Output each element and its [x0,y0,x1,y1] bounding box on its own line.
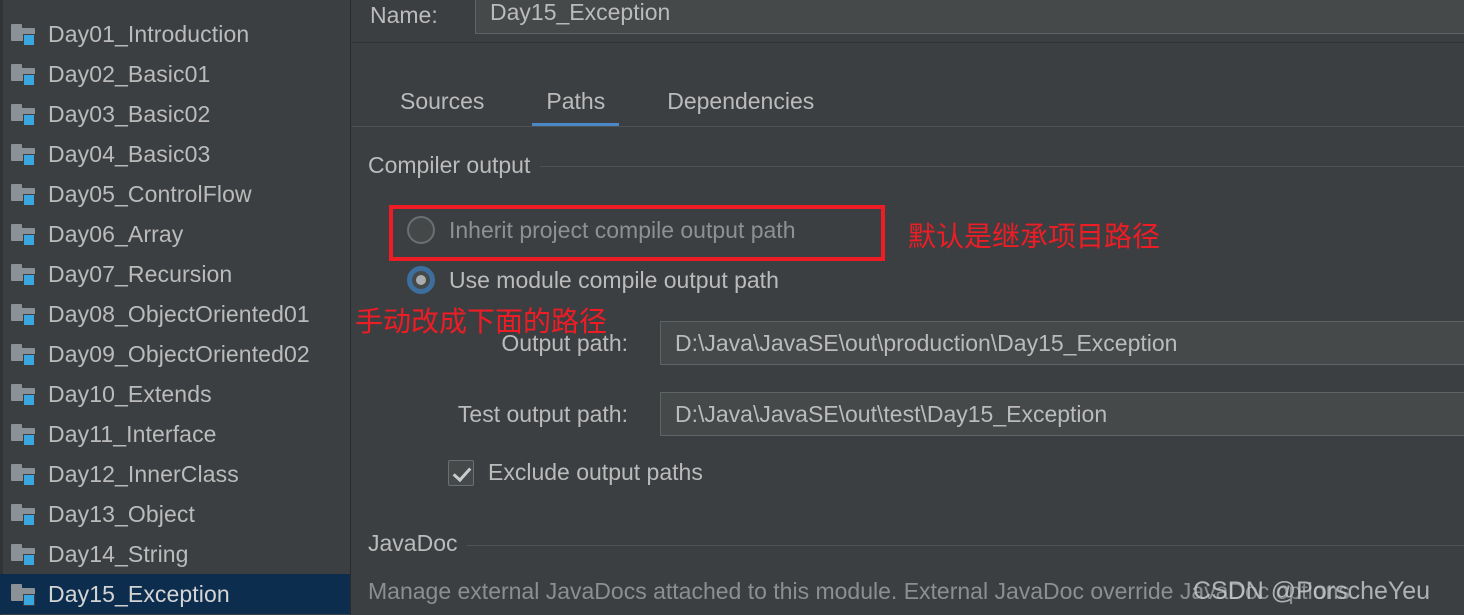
javadoc-group-title: JavaDoc [368,530,468,557]
module-folder-icon [11,543,38,566]
module-list-item[interactable]: Day03_Basic02 [0,94,350,134]
module-list-item-label: Day02_Basic01 [48,60,211,87]
module-list-item-label: Day14_String [48,540,189,567]
module-folder-icon [11,103,38,126]
module-list-item[interactable]: Day14_String [0,534,350,574]
annotation-note-inherit: 默认是继承项目路径 [908,220,1161,253]
module-list-item[interactable]: Day01_Introduction [0,14,350,54]
module-list-item-label: Day07_Recursion [48,260,233,287]
module-folder-icon [11,383,38,406]
checkbox-checked-icon[interactable] [448,459,474,486]
module-folder-icon [11,343,38,366]
module-list-item[interactable]: Day02_Basic01 [0,54,350,94]
module-list-item-label: Day01_Introduction [48,20,250,47]
annotation-note-manual: 手动改成下面的路径 [355,305,608,338]
output-path-input[interactable]: D:\Java\JavaSE\out\production\Day15_Exce… [660,321,1464,365]
module-list-item-label: Day15_Exception [48,580,230,607]
module-settings-screen: Day01_Introduction Day02_Basic01 Day03_Bas… [0,0,1464,615]
module-name-label: Name: [370,2,438,28]
module-folder-icon [11,503,38,526]
module-list-item[interactable]: Day04_Basic03 [0,134,350,174]
module-folder-icon [11,143,38,166]
radio-selected-icon[interactable] [407,266,435,294]
module-list[interactable]: Day01_Introduction Day02_Basic01 Day03_Bas… [0,14,350,614]
module-list-item[interactable]: Day12_InnerClass [0,454,350,494]
module-folder-icon [11,583,38,606]
test-output-path-label: Test output path: [457,401,628,427]
module-list-item-label: Day04_Basic03 [48,140,211,167]
test-output-path-input[interactable]: D:\Java\JavaSE\out\test\Day15_Exception [660,392,1464,436]
annotation-highlight-rectangle [389,205,885,261]
module-list-item-label: Day03_Basic02 [48,100,211,127]
module-list-item[interactable]: Day07_Recursion [0,254,350,294]
module-list-item-label: Day11_Interface [48,420,217,447]
use-module-output-radio-row[interactable]: Use module compile output path [407,266,779,294]
module-folder-icon [11,183,38,206]
module-list-item[interactable]: Day13_Object [0,494,350,534]
use-module-output-label: Use module compile output path [449,266,779,293]
module-list-sidebar[interactable]: Day01_Introduction Day02_Basic01 Day03_Bas… [0,0,351,615]
module-folder-icon [11,303,38,326]
csdn-watermark: CSDN @PorscheYeu [1193,577,1431,605]
module-list-item-label: Day05_ControlFlow [48,180,252,207]
module-name-input[interactable]: Day15_Exception [475,0,1464,34]
module-name-row: Name: Day15_Exception [352,0,1464,42]
module-list-item-label: Day12_InnerClass [48,460,239,487]
tab-sources[interactable]: Sources [386,88,498,127]
tab-paths[interactable]: Paths [532,88,620,127]
exclude-output-paths-row[interactable]: Exclude output paths [448,459,703,486]
module-list-item[interactable]: Day10_Extends [0,374,350,414]
module-folder-icon [11,63,38,86]
module-folder-icon [11,263,38,286]
module-tabs[interactable]: Sources Paths Dependencies [352,43,1464,127]
exclude-output-paths-label: Exclude output paths [488,459,703,485]
javadoc-group-line [368,545,1464,546]
module-list-item-label: Day10_Extends [48,380,212,407]
module-list-item-label: Day13_Object [48,500,195,527]
module-list-item[interactable]: Day09_ObjectOriented02 [0,334,350,374]
test-output-path-row: Test output path: [427,401,642,428]
module-folder-icon [11,223,38,246]
module-list-item[interactable]: Day06_Array [0,214,350,254]
module-list-item[interactable]: Day08_ObjectOriented01 [0,294,350,334]
compiler-output-group-title: Compiler output [368,152,541,179]
module-list-item-label: Day09_ObjectOriented02 [48,340,310,367]
module-folder-icon [11,423,38,446]
module-list-item-label: Day06_Array [48,220,184,247]
tab-bar-underline [352,126,1464,127]
module-list-item[interactable]: Day11_Interface [0,414,350,454]
module-list-item[interactable]: Day15_Exception [0,574,350,614]
module-folder-icon [11,23,38,46]
tab-dependencies[interactable]: Dependencies [653,88,828,127]
module-folder-icon [11,463,38,486]
module-list-item-label: Day08_ObjectOriented01 [48,300,310,327]
module-list-item[interactable]: Day05_ControlFlow [0,174,350,214]
